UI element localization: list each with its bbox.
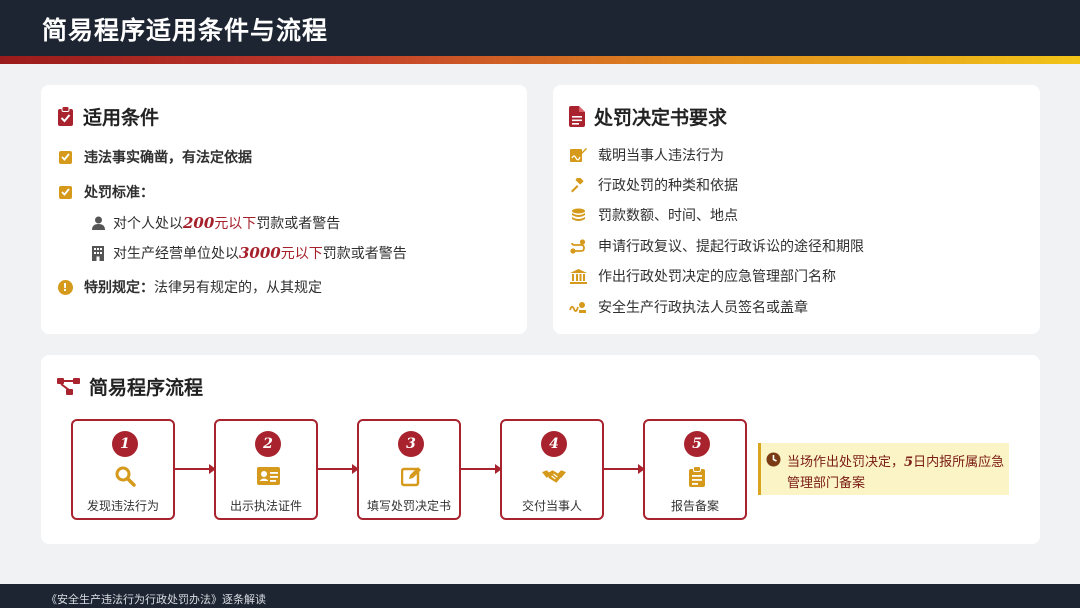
standard-enterprise: 对生产经营单位处以 3000 元以下 罚款或者警告 — [90, 243, 407, 263]
footer-bar: 《安全生产违法行为行政处罚办法》逐条解读 — [0, 584, 1080, 608]
process-card: 简易程序流程 1 发现违法行为 2 出示执法证件 3 填写处罚决定书 4 交付当… — [41, 355, 1040, 544]
gavel-icon — [569, 177, 587, 193]
flow-arrow — [604, 464, 645, 474]
exclamation-circle-icon: ! — [57, 279, 73, 295]
requirement-item: 安全生产行政执法人员签名或盖章 — [569, 297, 808, 317]
person-icon — [90, 215, 106, 231]
footer-text: 《安全生产违法行为行政处罚办法》逐条解读 — [46, 593, 266, 606]
conditions-title-text: 适用条件 — [83, 107, 160, 129]
requirement-item: 作出行政处罚决定的应急管理部门名称 — [569, 266, 836, 286]
conditions-title: 适用条件 — [57, 103, 159, 130]
flow-arrow — [461, 464, 502, 474]
filing-note: 当场作出处罚决定，5日内报所属应急管理部门备案 — [758, 443, 1009, 495]
search-icon — [113, 465, 137, 487]
condition-item-facts: 违法事实确凿，有法定依据 — [57, 147, 252, 167]
flow-diagram-icon — [57, 377, 80, 396]
route-icon — [569, 238, 587, 254]
clipboard-list-icon — [685, 465, 709, 487]
conditions-card: 适用条件 违法事实确凿，有法定依据 处罚标准： 对个人处以 200 元以下 罚款或者警… — [41, 85, 527, 334]
requirement-item: 罚款数额、时间、地点 — [569, 205, 738, 225]
document-icon — [569, 106, 585, 127]
requirements-title-text: 处罚决定书要求 — [594, 107, 728, 129]
id-card-icon — [256, 465, 280, 487]
stamp-signature-icon — [569, 299, 587, 315]
process-step-3: 3 填写处罚决定书 — [357, 419, 461, 520]
process-step-1: 1 发现违法行为 — [71, 419, 175, 520]
header-gradient-stripe — [0, 56, 1080, 64]
flow-arrow — [175, 464, 216, 474]
handshake-icon — [542, 465, 566, 487]
header-bar: 简易程序适用条件与流程 — [0, 0, 1080, 56]
condition-item-standard: 处罚标准： — [57, 182, 154, 202]
process-title-text: 简易程序流程 — [89, 377, 204, 399]
process-step-5: 5 报告备案 — [643, 419, 747, 520]
edit-form-icon — [399, 465, 423, 487]
requirements-title: 处罚决定书要求 — [569, 103, 727, 130]
signature-icon — [569, 147, 587, 163]
coins-icon — [569, 207, 587, 223]
requirements-card: 处罚决定书要求 载明当事人违法行为 行政处罚的种类和依据 罚款数额、时间、地点 … — [553, 85, 1040, 334]
requirement-item: 载明当事人违法行为 — [569, 145, 724, 165]
flow-arrow — [318, 464, 359, 474]
condition-item-special: ! 特别规定： 法律另有规定的，从其规定 — [57, 277, 322, 297]
requirement-item: 行政处罚的种类和依据 — [569, 175, 738, 195]
institution-icon — [569, 268, 587, 284]
checkbox-checked-icon — [58, 150, 72, 164]
requirement-item: 申请行政复议、提起行政诉讼的途径和期限 — [569, 236, 864, 256]
clipboard-check-icon — [57, 106, 74, 127]
building-icon — [90, 245, 106, 261]
process-step-4: 4 交付当事人 — [500, 419, 604, 520]
clock-icon — [766, 452, 781, 467]
process-step-2: 2 出示执法证件 — [214, 419, 318, 520]
process-title: 简易程序流程 — [57, 373, 203, 400]
page-title: 简易程序适用条件与流程 — [42, 16, 329, 45]
standard-individual: 对个人处以 200 元以下 罚款或者警告 — [90, 213, 340, 233]
checkbox-checked-icon — [58, 185, 72, 199]
